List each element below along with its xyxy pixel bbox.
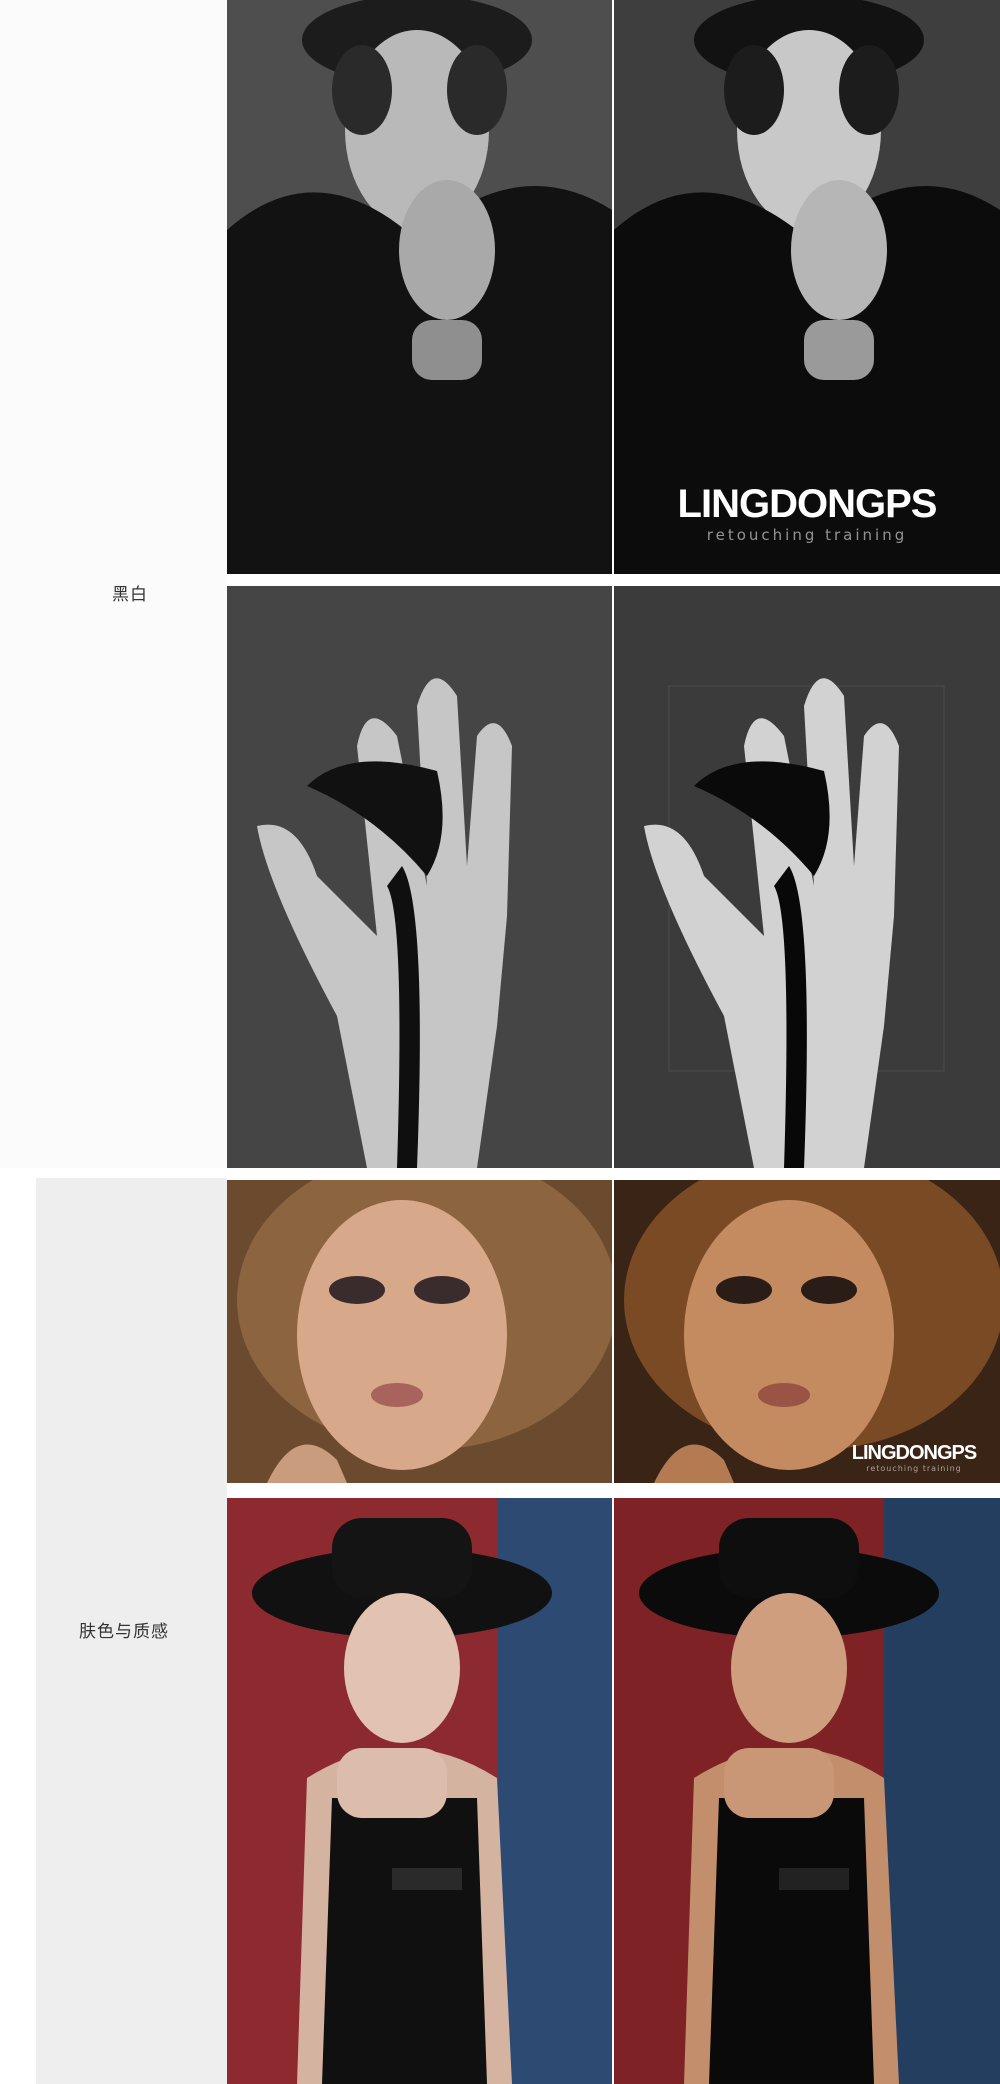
section-label-skin: 肤色与质感	[79, 1622, 169, 1642]
photo-hand-after	[614, 586, 1000, 1168]
photo-woman-curls-before	[227, 1180, 612, 1483]
photo-hand-before	[227, 586, 612, 1168]
photo-woman-hat-before	[227, 1498, 612, 2084]
photo-woman-curls-after: LINGDONGPS retouching training	[614, 1180, 1000, 1483]
section-label-bw: 黑白	[112, 585, 148, 605]
photo-man-before	[227, 0, 612, 574]
photo-man-after: LINGDONGPS retouching training	[614, 0, 1000, 574]
watermark-curls: LINGDONGPS retouching training	[851, 1442, 977, 1473]
photo-woman-hat-after	[614, 1498, 1000, 2084]
watermark-man: LINGDONGPS retouching training	[677, 482, 938, 544]
